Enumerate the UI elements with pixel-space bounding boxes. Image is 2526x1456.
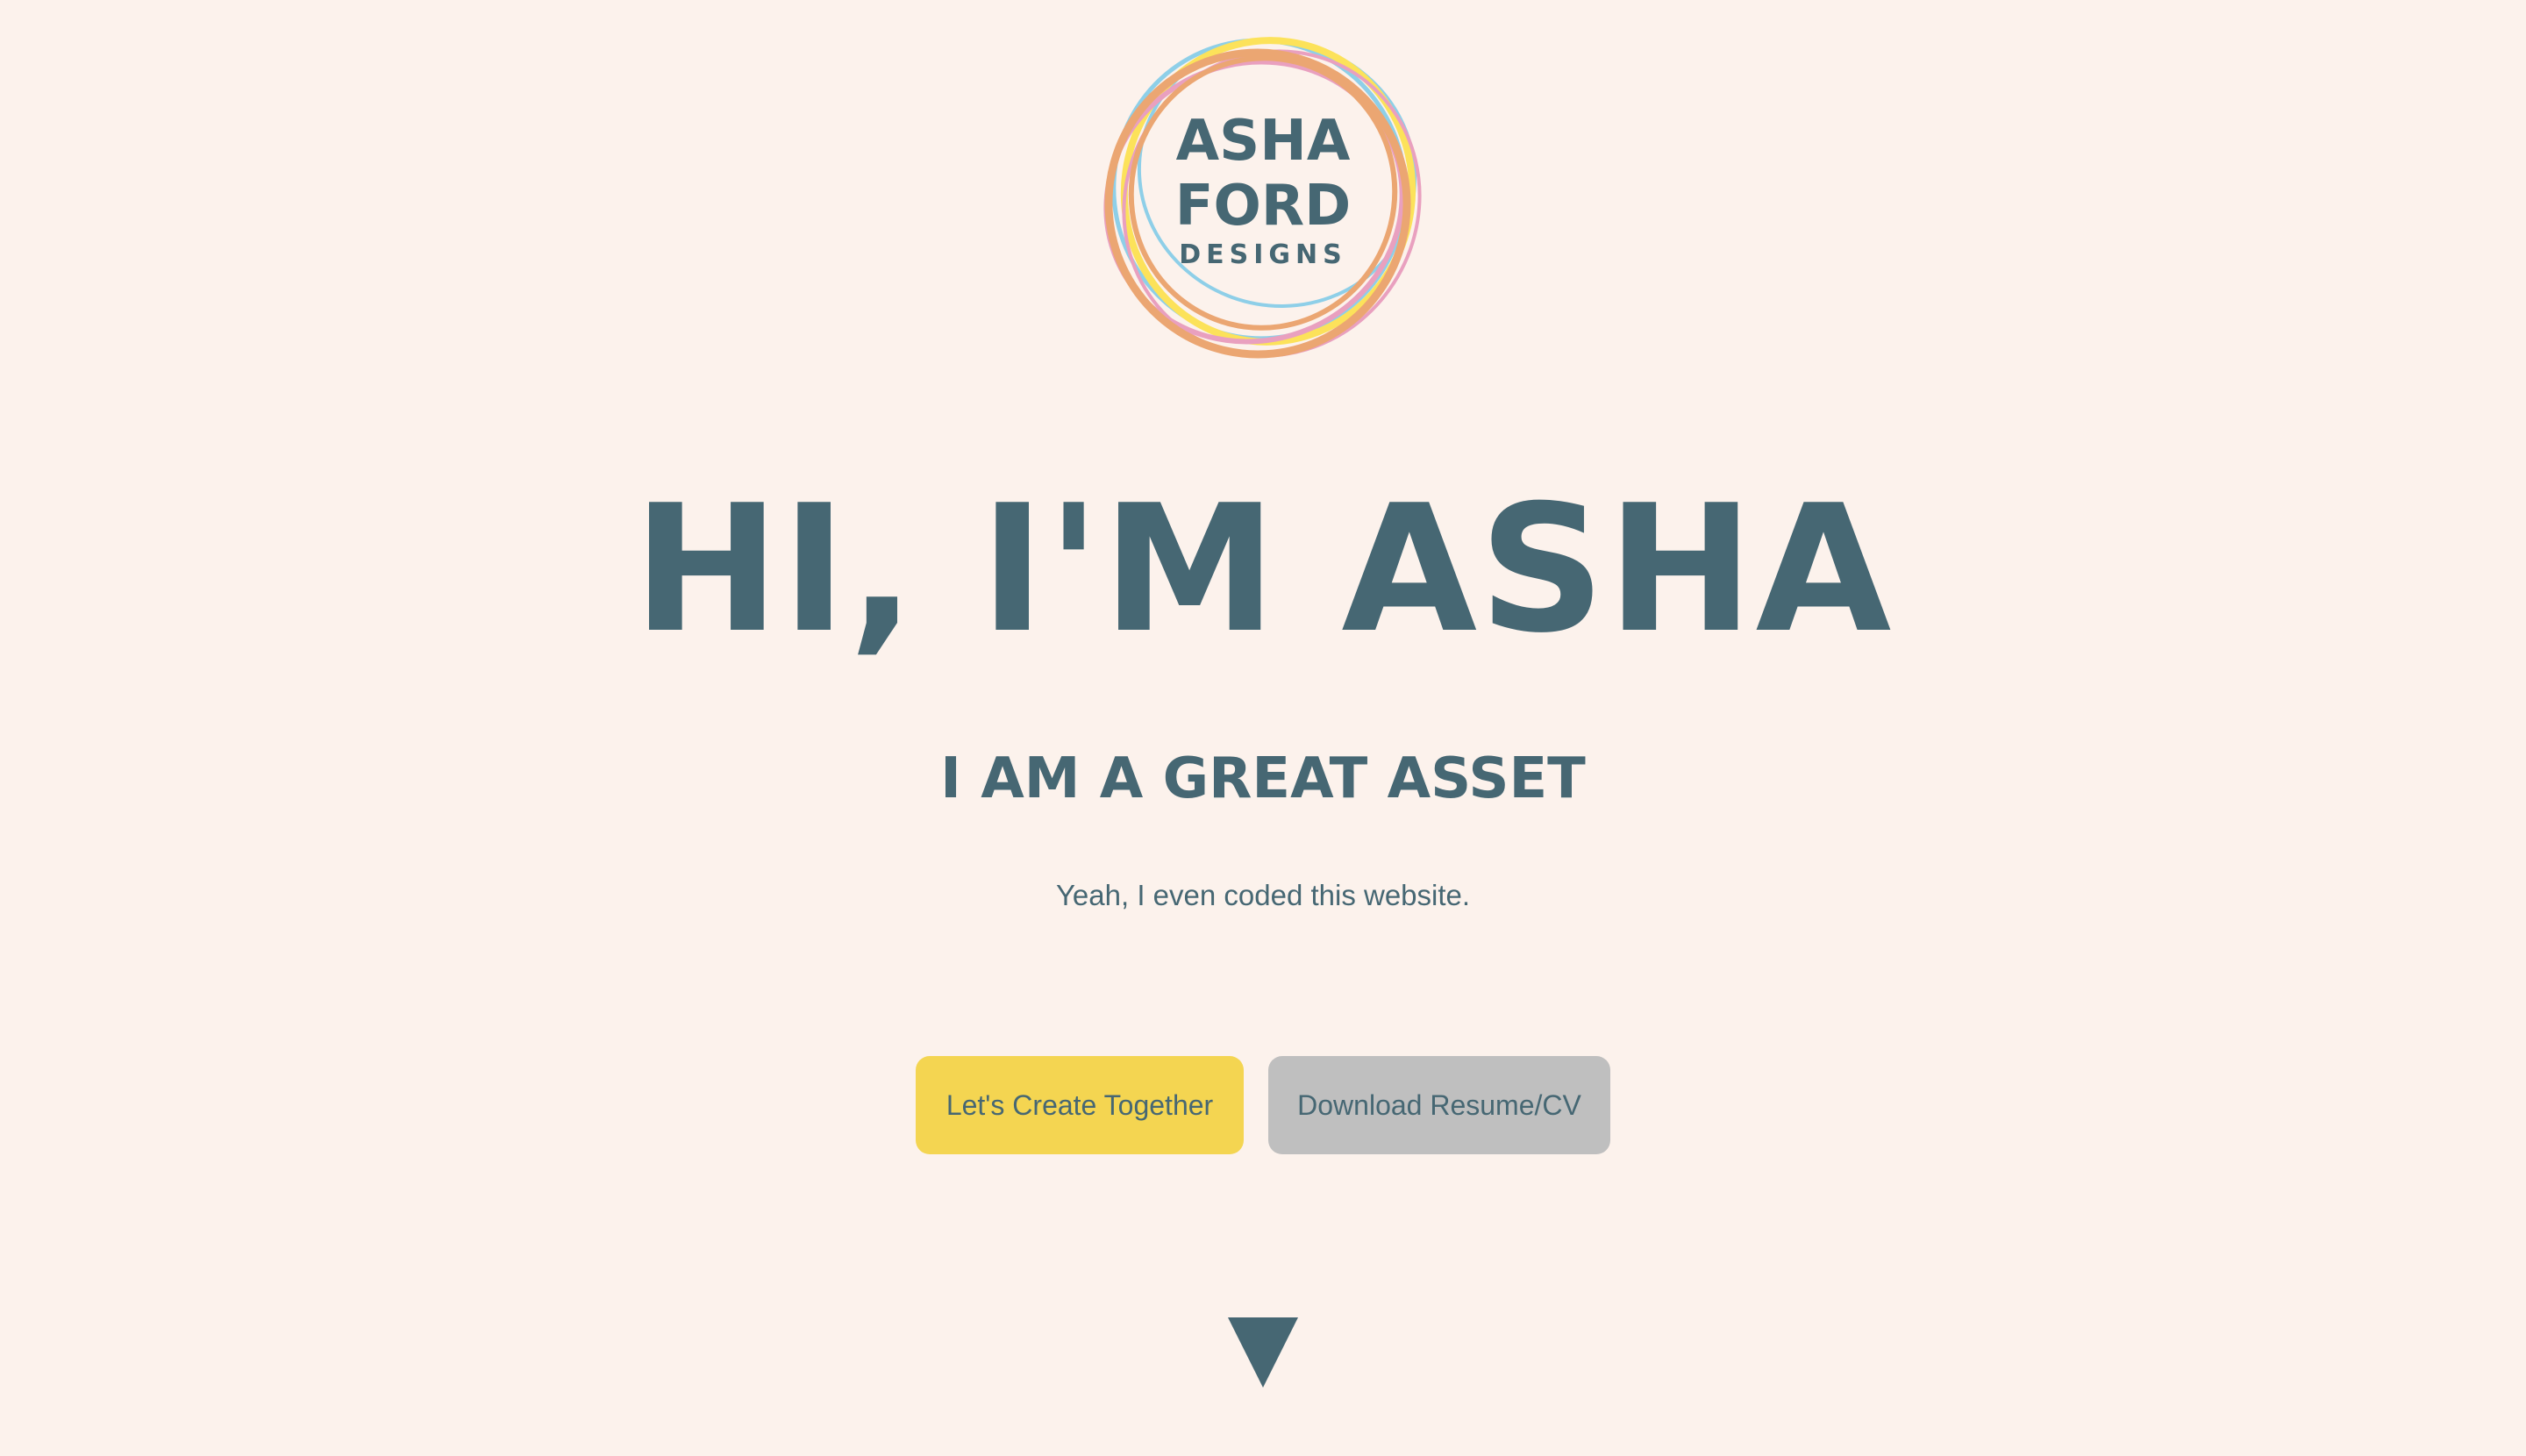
lets-create-together-button[interactable]: Let's Create Together — [916, 1056, 1244, 1154]
hero-subtitle: I AM A GREAT ASSET — [940, 746, 1586, 811]
triangle-down-icon — [1228, 1317, 1298, 1388]
hero-title: HI, I'M ASHA — [632, 467, 1894, 672]
logo-line3: DESIGNS — [1179, 239, 1347, 270]
logo-line1: ASHA — [1176, 109, 1351, 174]
brand-logo[interactable]: ASHA FORD DESIGNS — [1088, 18, 1438, 386]
logo-line2: FORD — [1175, 174, 1352, 239]
logo-rings-icon: ASHA FORD DESIGNS — [1103, 37, 1422, 359]
page: ASHA FORD DESIGNS HI, I'M ASHA I AM A GR… — [0, 0, 2526, 1456]
scroll-down-button[interactable] — [1228, 1317, 1298, 1388]
hero-tagline: Yeah, I even coded this website. — [1055, 879, 1471, 911]
download-resume-button[interactable]: Download Resume/CV — [1268, 1056, 1610, 1154]
